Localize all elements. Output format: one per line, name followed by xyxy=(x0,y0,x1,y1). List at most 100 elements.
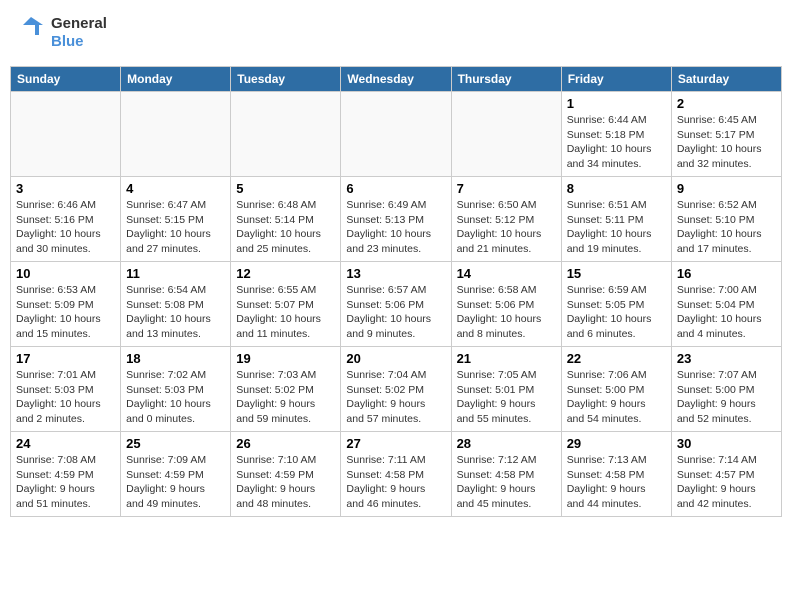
calendar-cell: 26 Sunrise: 7:10 AM Sunset: 4:59 PM Dayli… xyxy=(231,432,341,517)
day-number: 27 xyxy=(346,436,445,451)
day-number: 26 xyxy=(236,436,335,451)
day-info: Sunrise: 6:49 AM Sunset: 5:13 PM Dayligh… xyxy=(346,198,445,257)
col-header-saturday: Saturday xyxy=(671,67,781,92)
calendar-cell: 19 Sunrise: 7:03 AM Sunset: 5:02 PM Dayli… xyxy=(231,347,341,432)
calendar-table: SundayMondayTuesdayWednesdayThursdayFrid… xyxy=(10,66,782,517)
day-info: Sunrise: 6:59 AM Sunset: 5:05 PM Dayligh… xyxy=(567,283,666,342)
day-info: Sunrise: 7:12 AM Sunset: 4:58 PM Dayligh… xyxy=(457,453,556,512)
calendar-cell xyxy=(451,92,561,177)
day-info: Sunrise: 6:44 AM Sunset: 5:18 PM Dayligh… xyxy=(567,113,666,172)
calendar-cell xyxy=(231,92,341,177)
calendar-cell: 18 Sunrise: 7:02 AM Sunset: 5:03 PM Dayli… xyxy=(121,347,231,432)
calendar-cell: 3 Sunrise: 6:46 AM Sunset: 5:16 PM Daylig… xyxy=(11,177,121,262)
calendar-cell: 29 Sunrise: 7:13 AM Sunset: 4:58 PM Dayli… xyxy=(561,432,671,517)
day-info: Sunrise: 7:08 AM Sunset: 4:59 PM Dayligh… xyxy=(16,453,115,512)
day-number: 8 xyxy=(567,181,666,196)
day-number: 9 xyxy=(677,181,776,196)
day-info: Sunrise: 7:04 AM Sunset: 5:02 PM Dayligh… xyxy=(346,368,445,427)
calendar-header-row: SundayMondayTuesdayWednesdayThursdayFrid… xyxy=(11,67,782,92)
calendar-cell: 25Sunrise: 7:09 AM Sunset: 4:59 PM Dayli… xyxy=(121,432,231,517)
day-info: Sunrise: 6:53 AM Sunset: 5:09 PM Dayligh… xyxy=(16,283,115,342)
day-info: Sunrise: 6:45 AM Sunset: 5:17 PM Dayligh… xyxy=(677,113,776,172)
day-info: Sunrise: 6:47 AM Sunset: 5:15 PM Dayligh… xyxy=(126,198,225,257)
day-number: 22 xyxy=(567,351,666,366)
day-number: 29 xyxy=(567,436,666,451)
calendar-cell: 17 Sunrise: 7:01 AM Sunset: 5:03 PM Dayli… xyxy=(11,347,121,432)
day-info: Sunrise: 7:03 AM Sunset: 5:02 PM Dayligh… xyxy=(236,368,335,427)
calendar-cell: 11 Sunrise: 6:54 AM Sunset: 5:08 PM Dayli… xyxy=(121,262,231,347)
day-number: 14 xyxy=(457,266,556,281)
day-number: 24 xyxy=(16,436,115,451)
calendar-cell: 8 Sunrise: 6:51 AM Sunset: 5:11 PM Daylig… xyxy=(561,177,671,262)
day-info: Sunrise: 7:05 AM Sunset: 5:01 PM Dayligh… xyxy=(457,368,556,427)
col-header-monday: Monday xyxy=(121,67,231,92)
calendar-cell xyxy=(121,92,231,177)
day-number: 23 xyxy=(677,351,776,366)
page-header: General Blue xyxy=(10,10,782,56)
calendar-cell: 24 Sunrise: 7:08 AM Sunset: 4:59 PM Dayli… xyxy=(11,432,121,517)
day-info: Sunrise: 6:58 AM Sunset: 5:06 PM Dayligh… xyxy=(457,283,556,342)
day-info: Sunrise: 7:13 AM Sunset: 4:58 PM Dayligh… xyxy=(567,453,666,512)
day-number: 30 xyxy=(677,436,776,451)
day-info: Sunrise: 7:06 AM Sunset: 5:00 PM Dayligh… xyxy=(567,368,666,427)
logo-blue-text: Blue xyxy=(51,33,107,51)
col-header-tuesday: Tuesday xyxy=(231,67,341,92)
day-info: Sunrise: 7:07 AM Sunset: 5:00 PM Dayligh… xyxy=(677,368,776,427)
day-number: 4 xyxy=(126,181,225,196)
calendar-cell: 6 Sunrise: 6:49 AM Sunset: 5:13 PM Daylig… xyxy=(341,177,451,262)
day-info: Sunrise: 6:52 AM Sunset: 5:10 PM Dayligh… xyxy=(677,198,776,257)
day-number: 15 xyxy=(567,266,666,281)
col-header-wednesday: Wednesday xyxy=(341,67,451,92)
day-number: 10 xyxy=(16,266,115,281)
calendar-cell: 16Sunrise: 7:00 AM Sunset: 5:04 PM Dayli… xyxy=(671,262,781,347)
day-info: Sunrise: 7:00 AM Sunset: 5:04 PM Dayligh… xyxy=(677,283,776,342)
calendar-cell xyxy=(11,92,121,177)
calendar-cell: 4 Sunrise: 6:47 AM Sunset: 5:15 PM Daylig… xyxy=(121,177,231,262)
day-number: 28 xyxy=(457,436,556,451)
week-row-0: 1Sunrise: 6:44 AM Sunset: 5:18 PM Daylig… xyxy=(11,92,782,177)
calendar-cell: 9 Sunrise: 6:52 AM Sunset: 5:10 PM Daylig… xyxy=(671,177,781,262)
day-number: 3 xyxy=(16,181,115,196)
calendar-cell xyxy=(341,92,451,177)
calendar-cell: 13 Sunrise: 6:57 AM Sunset: 5:06 PM Dayli… xyxy=(341,262,451,347)
day-number: 6 xyxy=(346,181,445,196)
day-number: 19 xyxy=(236,351,335,366)
day-number: 7 xyxy=(457,181,556,196)
week-row-1: 3 Sunrise: 6:46 AM Sunset: 5:16 PM Daylig… xyxy=(11,177,782,262)
day-number: 11 xyxy=(126,266,225,281)
calendar-cell: 27 Sunrise: 7:11 AM Sunset: 4:58 PM Dayli… xyxy=(341,432,451,517)
day-info: Sunrise: 6:51 AM Sunset: 5:11 PM Dayligh… xyxy=(567,198,666,257)
day-info: Sunrise: 6:54 AM Sunset: 5:08 PM Dayligh… xyxy=(126,283,225,342)
col-header-friday: Friday xyxy=(561,67,671,92)
day-number: 25 xyxy=(126,436,225,451)
calendar-cell: 14 Sunrise: 6:58 AM Sunset: 5:06 PM Dayli… xyxy=(451,262,561,347)
day-number: 18 xyxy=(126,351,225,366)
day-info: Sunrise: 6:46 AM Sunset: 5:16 PM Dayligh… xyxy=(16,198,115,257)
day-info: Sunrise: 7:10 AM Sunset: 4:59 PM Dayligh… xyxy=(236,453,335,512)
logo-bird-icon xyxy=(15,15,47,51)
calendar-cell: 1Sunrise: 6:44 AM Sunset: 5:18 PM Daylig… xyxy=(561,92,671,177)
day-info: Sunrise: 7:11 AM Sunset: 4:58 PM Dayligh… xyxy=(346,453,445,512)
day-number: 2 xyxy=(677,96,776,111)
day-number: 5 xyxy=(236,181,335,196)
week-row-4: 24 Sunrise: 7:08 AM Sunset: 4:59 PM Dayli… xyxy=(11,432,782,517)
calendar-cell: 21 Sunrise: 7:05 AM Sunset: 5:01 PM Dayli… xyxy=(451,347,561,432)
day-number: 12 xyxy=(236,266,335,281)
day-number: 17 xyxy=(16,351,115,366)
day-info: Sunrise: 7:02 AM Sunset: 5:03 PM Dayligh… xyxy=(126,368,225,427)
day-number: 21 xyxy=(457,351,556,366)
logo: General Blue xyxy=(15,15,107,51)
calendar-cell: 30 Sunrise: 7:14 AM Sunset: 4:57 PM Dayli… xyxy=(671,432,781,517)
day-number: 20 xyxy=(346,351,445,366)
day-info: Sunrise: 6:57 AM Sunset: 5:06 PM Dayligh… xyxy=(346,283,445,342)
day-info: Sunrise: 6:50 AM Sunset: 5:12 PM Dayligh… xyxy=(457,198,556,257)
col-header-sunday: Sunday xyxy=(11,67,121,92)
calendar-cell: 15 Sunrise: 6:59 AM Sunset: 5:05 PM Dayli… xyxy=(561,262,671,347)
day-info: Sunrise: 7:14 AM Sunset: 4:57 PM Dayligh… xyxy=(677,453,776,512)
col-header-thursday: Thursday xyxy=(451,67,561,92)
calendar-cell: 23 Sunrise: 7:07 AM Sunset: 5:00 PM Dayli… xyxy=(671,347,781,432)
day-number: 13 xyxy=(346,266,445,281)
day-info: Sunrise: 7:01 AM Sunset: 5:03 PM Dayligh… xyxy=(16,368,115,427)
week-row-3: 17 Sunrise: 7:01 AM Sunset: 5:03 PM Dayli… xyxy=(11,347,782,432)
calendar-cell: 12Sunrise: 6:55 AM Sunset: 5:07 PM Dayli… xyxy=(231,262,341,347)
